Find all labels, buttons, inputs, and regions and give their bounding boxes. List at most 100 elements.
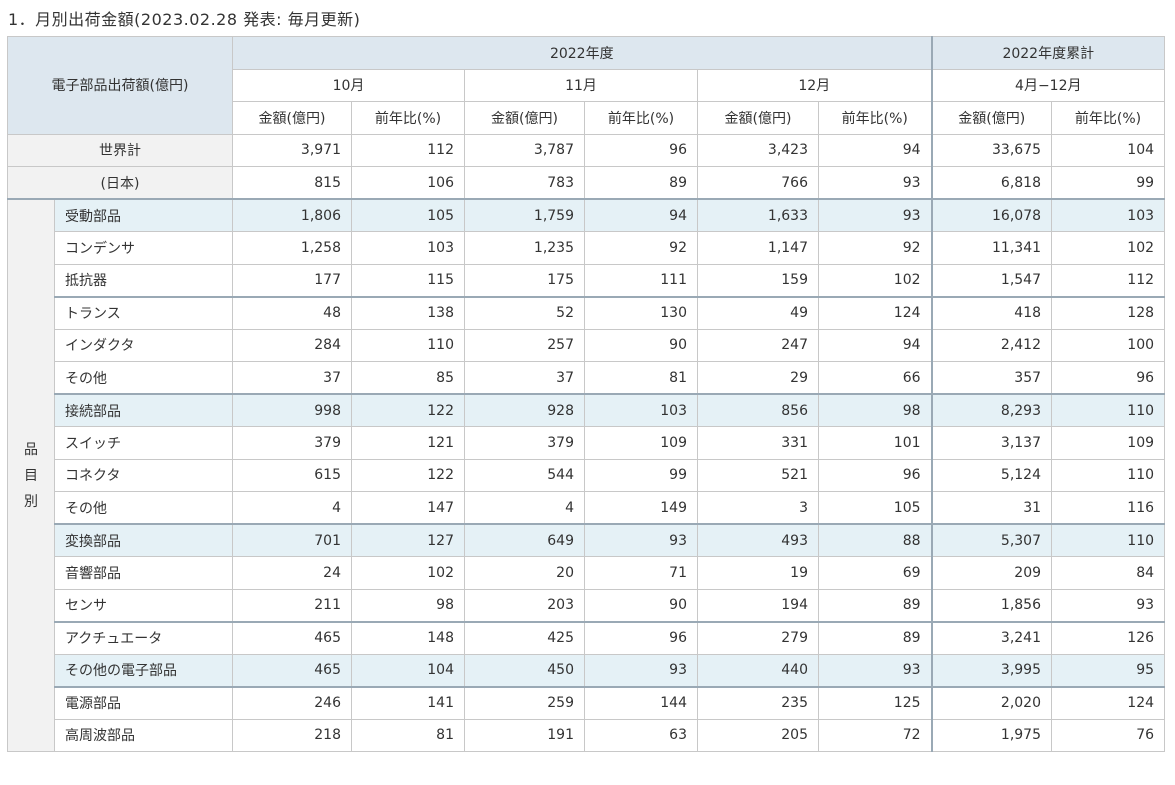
month-header: 11月	[464, 68, 698, 102]
yoy-cell: 93	[584, 653, 698, 687]
amount-cell: 6,818	[930, 166, 1053, 200]
yoy-cell: 92	[584, 231, 698, 265]
amount-cell: 450	[464, 653, 585, 687]
amount-cell: 3,995	[930, 653, 1053, 687]
table-header: 電子部品出荷額(億円) 2022年度 2022年度累計 10月 11月 12月 …	[7, 36, 1166, 135]
amount-cell: 3,971	[232, 133, 352, 167]
table-row: 接続部品 998 122 928 103 856 98 8,293 110	[8, 393, 1166, 427]
amount-cell: 3,137	[930, 426, 1053, 460]
yoy-cell: 84	[1051, 556, 1166, 590]
yoy-cell: 116	[1051, 491, 1166, 525]
month-header: 12月	[696, 68, 933, 102]
yoy-cell: 148	[351, 620, 465, 655]
yoy-cell: 112	[351, 133, 465, 167]
amount-cell: 766	[697, 166, 819, 200]
amount-cell: 928	[464, 393, 585, 427]
yoy-cell: 128	[1051, 295, 1166, 330]
yoy-cell: 111	[584, 263, 698, 297]
amount-cell: 205	[697, 718, 819, 752]
yoy-cell: 71	[584, 556, 698, 590]
yoy-cell: 102	[351, 556, 465, 590]
amount-cell: 194	[697, 588, 819, 622]
yoy-cell: 104	[1051, 133, 1166, 167]
amount-cell: 49	[697, 295, 819, 330]
amount-cell: 544	[464, 458, 585, 492]
yoy-cell: 149	[584, 491, 698, 525]
yoy-cell: 124	[817, 295, 933, 330]
yoy-header: 前年比(%)	[817, 101, 933, 135]
amount-cell: 998	[232, 393, 352, 427]
amount-cell: 279	[697, 620, 819, 655]
item-label: 音響部品	[54, 556, 233, 590]
amount-cell: 465	[232, 653, 352, 687]
item-label: 高周波部品	[54, 718, 233, 752]
yoy-cell: 90	[584, 328, 698, 362]
yoy-cell: 103	[351, 231, 465, 265]
table-row: 抵抗器 177 115 175 111 159 102 1,547 112	[8, 263, 1166, 297]
amount-cell: 649	[464, 523, 585, 557]
yoy-cell: 94	[584, 198, 698, 232]
yoy-cell: 96	[817, 458, 933, 492]
amount-cell: 856	[697, 393, 819, 427]
yoy-cell: 93	[817, 198, 933, 232]
amount-cell: 4	[464, 491, 585, 525]
amount-cell: 3,423	[697, 133, 819, 167]
amount-cell: 465	[232, 620, 352, 655]
category-label: 受動部品	[54, 198, 233, 232]
table-row: スイッチ 379 121 379 109 331 101 3,137 109	[8, 426, 1166, 460]
amount-cell: 783	[464, 166, 585, 200]
item-label: 抵抗器	[54, 263, 233, 297]
yoy-cell: 103	[584, 393, 698, 427]
yoy-header: 前年比(%)	[1051, 101, 1166, 135]
amount-cell: 37	[464, 361, 585, 395]
yoy-cell: 102	[817, 263, 933, 297]
amount-cell: 235	[697, 685, 819, 720]
yoy-cell: 66	[817, 361, 933, 395]
yoy-cell: 105	[817, 491, 933, 525]
amount-header: 金額(億円)	[930, 101, 1053, 135]
yoy-cell: 110	[351, 328, 465, 362]
table-row: その他の電子部品 465 104 450 93 440 93 3,995 95	[8, 653, 1166, 687]
yoy-cell: 141	[351, 685, 465, 720]
yoy-cell: 122	[351, 393, 465, 427]
yoy-cell: 99	[584, 458, 698, 492]
amount-cell: 493	[697, 523, 819, 557]
yoy-cell: 109	[1051, 426, 1166, 460]
yoy-cell: 96	[584, 133, 698, 167]
category-label: 変換部品	[54, 523, 233, 557]
amount-cell: 1,975	[930, 718, 1053, 752]
page-title: 1．月別出荷金額(2023.02.28 発表: 毎月更新)	[8, 10, 361, 29]
amount-cell: 357	[930, 361, 1053, 395]
yoy-cell: 110	[1051, 523, 1166, 557]
amount-cell: 5,307	[930, 523, 1053, 557]
yoy-cell: 93	[817, 653, 933, 687]
amount-cell: 247	[697, 328, 819, 362]
side-label-char: 品	[24, 441, 38, 458]
table-row: (日本) 815 106 783 89 766 93 6,818 99	[7, 166, 1166, 200]
yoy-cell: 103	[1051, 198, 1166, 232]
amount-cell: 3,241	[930, 620, 1053, 655]
yoy-cell: 94	[817, 328, 933, 362]
yoy-cell: 98	[351, 588, 465, 622]
yoy-cell: 110	[1051, 458, 1166, 492]
yoy-cell: 98	[817, 393, 933, 427]
yoy-header: 前年比(%)	[351, 101, 465, 135]
yoy-cell: 138	[351, 295, 465, 330]
amount-cell: 20	[464, 556, 585, 590]
amount-cell: 1,759	[464, 198, 585, 232]
yoy-cell: 100	[1051, 328, 1166, 362]
amount-cell: 191	[464, 718, 585, 752]
yoy-cell: 95	[1051, 653, 1166, 687]
yoy-cell: 122	[351, 458, 465, 492]
yoy-cell: 89	[817, 620, 933, 655]
amount-cell: 159	[697, 263, 819, 297]
amount-cell: 24	[232, 556, 352, 590]
table-row: その他 4 147 4 149 3 105 31 116	[8, 491, 1166, 525]
yoy-cell: 92	[817, 231, 933, 265]
amount-cell: 379	[464, 426, 585, 460]
table-row: 変換部品 701 127 649 93 493 88 5,307 110	[8, 523, 1166, 557]
yoy-cell: 109	[584, 426, 698, 460]
amount-cell: 284	[232, 328, 352, 362]
amount-header: 金額(億円)	[232, 101, 352, 135]
item-label: スイッチ	[54, 426, 233, 460]
